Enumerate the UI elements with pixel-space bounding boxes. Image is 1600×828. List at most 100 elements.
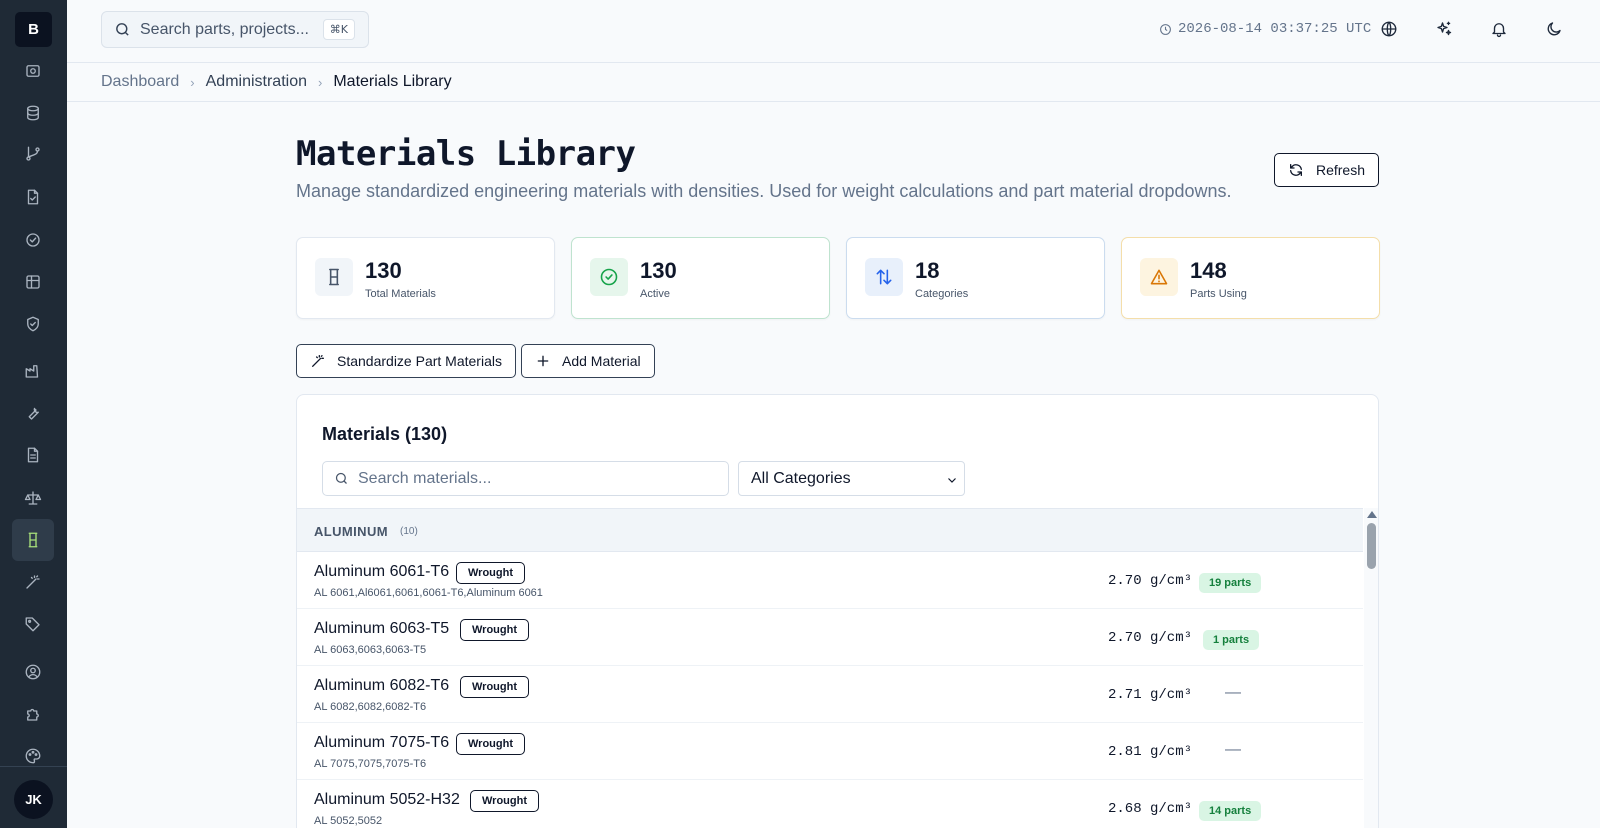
database-icon[interactable] [12,92,54,134]
top-bar: Search parts, projects... ⌘K 2026-08-14 … [67,0,1600,63]
table-row[interactable]: Aluminum 6061-T6 Wrought AL 6061,Al6061,… [297,552,1363,609]
material-icon[interactable] [12,519,54,561]
clock-icon [1160,23,1171,35]
search-shortcut: ⌘K [322,19,355,40]
app-logo[interactable]: B [15,12,52,47]
file-icon[interactable] [12,176,54,218]
scale-icon[interactable] [12,477,54,519]
dashboard-icon[interactable] [12,50,54,92]
stat-total-materials: 130 Total Materials [296,237,555,319]
document-icon[interactable] [12,434,54,476]
tag-icon[interactable] [12,603,54,645]
materials-search-placeholder: Search materials... [358,469,492,487]
scroll-thumb[interactable] [1367,523,1376,569]
stat-label: Active [640,288,670,300]
breadcrumb-bar: Dashboard › Administration › Materials L… [67,63,1600,102]
stat-categories: 18 Categories [846,237,1105,319]
stat-value: 148 [1190,258,1227,283]
avatar[interactable]: JK [14,780,53,819]
bell-icon[interactable] [1487,17,1511,41]
shield-icon[interactable] [12,303,54,345]
material-density: 2.71 g/cm³ [1108,687,1193,703]
material-name: Aluminum 6082-T6 [314,677,450,694]
table-row[interactable]: Aluminum 6082-T6 Wrought AL 6082,6082,60… [297,666,1363,723]
factory-icon[interactable] [12,350,54,392]
sidebar: B JK [0,0,67,828]
table-row[interactable]: Aluminum 5052-H32 Wrought AL 5052,5052 2… [297,780,1363,828]
sparkles-icon[interactable] [1432,17,1456,41]
standardize-materials-button[interactable]: Standardize Part Materials [296,344,516,378]
search-icon [335,472,347,484]
material-density: 2.81 g/cm³ [1108,744,1193,760]
git-branch-icon[interactable] [12,133,54,175]
chevron-right-icon: › [190,74,195,90]
group-header-aluminum[interactable]: ALUMINUM (10) [297,508,1363,552]
form-badge: Wrought [456,733,526,755]
parts-empty: — [1225,684,1241,701]
refresh-button[interactable]: Refresh [1274,153,1379,187]
materials-search-input[interactable]: Search materials... [322,461,729,496]
utc-clock: 2026-08-14 03:37:25 UTC [1159,21,1371,37]
breadcrumb-administration[interactable]: Administration [206,73,307,91]
refresh-icon [1289,164,1302,176]
material-aliases: AL 6082,6082,6082-T6 [314,701,427,713]
stat-label: Total Materials [365,288,436,300]
wrench-icon[interactable] [12,392,54,434]
plus-icon [537,355,549,367]
globe-icon[interactable] [1377,17,1401,41]
page-subtitle: Manage standardized engineering material… [296,181,1232,201]
material-name: Aluminum 6063-T5 [314,620,450,637]
table-row[interactable]: Aluminum 6063-T5 Wrought AL 6063,6063,60… [297,609,1363,666]
check-circle-icon[interactable] [12,219,54,261]
category-selected: All Categories [751,469,851,487]
breadcrumb: Dashboard › Administration › Materials L… [101,73,452,91]
form-badge: Wrought [460,676,530,698]
table-icon[interactable] [12,261,54,303]
stat-value: 130 [640,258,677,283]
warning-icon [1140,258,1178,296]
add-material-label: Add Material [562,353,641,369]
user-circle-icon[interactable] [12,651,54,693]
wand-icon [312,355,324,367]
material-aliases: AL 7075,7075,7075-T6 [314,758,427,770]
material-aliases: AL 6061,Al6061,6061,6061-T6,Aluminum 606… [314,587,543,599]
materials-panel: Materials (130) Search materials... All … [296,394,1379,828]
form-badge: Wrought [460,619,530,641]
moon-icon[interactable] [1542,17,1566,41]
table-row[interactable]: Aluminum 7075-T6 Wrought AL 7075,7075,70… [297,723,1363,780]
stat-label: Categories [915,288,969,300]
material-name: Aluminum 7075-T6 [314,734,450,751]
materials-title: Materials (130) [322,424,448,444]
clock-text: 2026-08-14 03:37:25 UTC [1178,21,1372,37]
global-search[interactable]: Search parts, projects... ⌘K [101,11,369,48]
group-name: ALUMINUM [314,524,388,539]
stat-value: 130 [365,258,402,283]
parts-badge[interactable]: 1 parts [1203,630,1260,650]
parts-empty: — [1225,741,1241,758]
material-name: Aluminum 5052-H32 [314,791,460,808]
palette-icon[interactable] [12,735,54,777]
parts-badge[interactable]: 14 parts [1199,801,1262,821]
form-badge: Wrought [470,790,540,812]
material-density: 2.70 g/cm³ [1108,573,1193,589]
add-material-button[interactable]: Add Material [521,344,655,378]
scrollbar[interactable] [1364,508,1378,828]
stat-active: 130 Active [571,237,830,319]
sidebar-divider [0,766,67,767]
refresh-label: Refresh [1315,162,1366,178]
material-density: 2.70 g/cm³ [1108,630,1193,646]
breadcrumb-current: Materials Library [333,73,452,90]
scroll-up-arrow-icon[interactable] [1367,511,1377,518]
arrows-up-down-icon [865,258,903,296]
material-aliases: AL 5052,5052 [314,815,383,827]
puzzle-icon[interactable] [12,693,54,735]
category-select[interactable]: All Categories [738,461,965,496]
check-circle-icon [590,258,628,296]
global-search-placeholder: Search parts, projects... [140,20,309,38]
wand-icon[interactable] [12,561,54,603]
page-title: Materials Library [296,134,636,174]
breadcrumb-dashboard[interactable]: Dashboard [101,73,179,91]
parts-badge[interactable]: 19 parts [1199,573,1262,593]
stat-label: Parts Using [1190,288,1247,300]
group-count: (10) [400,526,418,537]
